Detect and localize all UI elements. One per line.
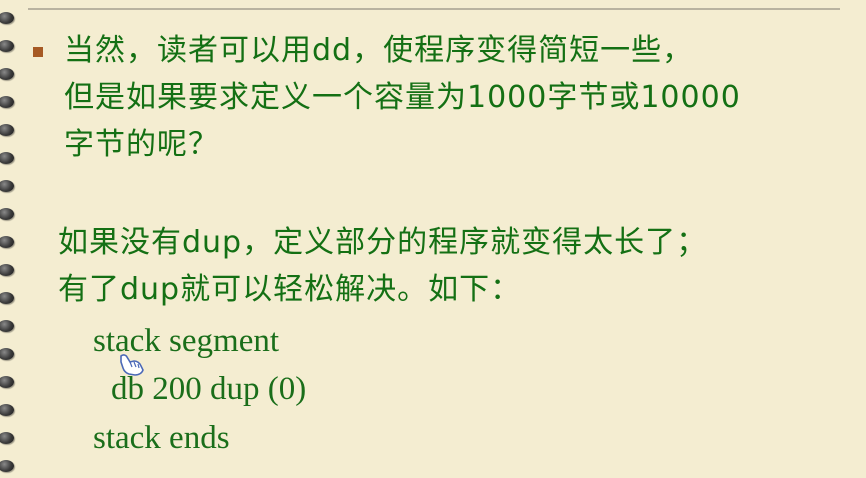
notebook-ring-icon bbox=[0, 348, 14, 360]
paragraph1-line2: 但是如果要求定义一个容量为1000字节或10000 bbox=[64, 80, 741, 115]
notebook-ring-icon bbox=[0, 12, 14, 24]
top-rule bbox=[28, 8, 840, 10]
notebook-ring-icon bbox=[0, 376, 14, 388]
notebook-ring-icon bbox=[0, 40, 14, 52]
notebook-ring-icon bbox=[0, 124, 14, 136]
paragraph1-line3: 字节的呢？ bbox=[64, 127, 219, 162]
notebook-ring-icon bbox=[0, 152, 14, 164]
notebook-ring-icon bbox=[0, 432, 14, 444]
notebook-ring-icon bbox=[0, 208, 14, 220]
hand-pointer-icon bbox=[120, 354, 144, 376]
notebook-ring-icon bbox=[0, 320, 14, 332]
notebook-ring-icon bbox=[0, 236, 14, 248]
slide: 当然，读者可以用dd，使程序变得简短一些， 但是如果要求定义一个容量为1000字… bbox=[0, 0, 866, 478]
notebook-binding bbox=[0, 0, 22, 478]
notebook-ring-icon bbox=[0, 264, 14, 276]
paragraph1-line1: 当然，读者可以用dd，使程序变得简短一些， bbox=[64, 33, 694, 68]
code-line-stack-ends: stack ends bbox=[93, 420, 230, 456]
paragraph2-line2: 有了dup就可以轻松解决。如下： bbox=[58, 272, 522, 307]
square-bullet-icon bbox=[33, 47, 43, 57]
notebook-ring-icon bbox=[0, 292, 14, 304]
paragraph2-line1: 如果没有dup，定义部分的程序就变得太长了； bbox=[58, 225, 708, 260]
notebook-ring-icon bbox=[0, 180, 14, 192]
notebook-ring-icon bbox=[0, 68, 14, 80]
notebook-ring-icon bbox=[0, 460, 14, 472]
notebook-ring-icon bbox=[0, 96, 14, 108]
notebook-ring-icon bbox=[0, 404, 14, 416]
